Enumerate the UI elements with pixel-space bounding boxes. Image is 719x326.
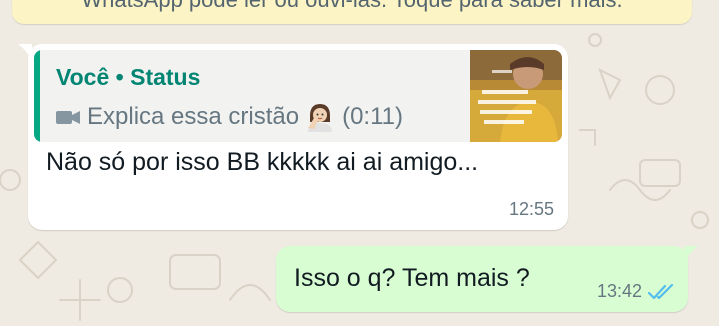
encryption-notice-text: WhatsApp pode ler ou ouvi-las. Toque par…: [81, 0, 622, 12]
quote-duration: (0:11): [342, 103, 404, 130]
bubble-tail: [684, 246, 698, 262]
bubble-tail: [18, 44, 32, 60]
outgoing-message-bubble[interactable]: Isso o q? Tem mais ? 13:42: [276, 246, 698, 312]
quote-caption-line: Explica essa cristão (0:11): [56, 102, 403, 132]
outgoing-message-text: Isso o q? Tem mais ?: [294, 264, 530, 292]
incoming-message-time: 12:55: [508, 199, 554, 219]
outgoing-message-meta: 13:42: [597, 281, 676, 302]
status-video-thumbnail[interactable]: [470, 50, 562, 142]
double-check-read-icon: [648, 283, 674, 299]
incoming-message-text: Não só por isso BB kkkkk ai ai amigo...: [46, 148, 479, 176]
quoted-status-reply[interactable]: Você • Status Explica essa cristão (0:11…: [34, 50, 562, 142]
video-camera-icon: [56, 110, 80, 124]
encryption-notice[interactable]: WhatsApp pode ler ou ouvi-las. Toque par…: [12, 0, 692, 24]
quote-caption: Explica essa cristão: [87, 103, 300, 130]
quote-author: Você • Status: [56, 64, 201, 90]
outgoing-message-time: 13:42: [596, 281, 642, 301]
woman-tipping-hand-emoji: [308, 104, 333, 132]
incoming-message-bubble[interactable]: Você • Status Explica essa cristão (0:11…: [18, 44, 568, 230]
quote-accent-bar: [34, 50, 40, 142]
